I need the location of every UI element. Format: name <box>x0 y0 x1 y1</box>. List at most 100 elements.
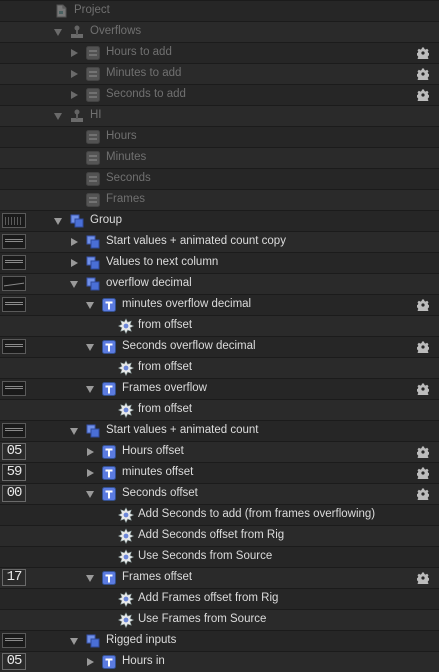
layer-row-rigged-inputs[interactable]: Rigged inputs <box>0 630 439 651</box>
layer-row-overflow-decimal[interactable]: overflow decimal <box>0 273 439 294</box>
disclosure-open-icon[interactable] <box>86 302 94 309</box>
widget-icon <box>86 46 100 60</box>
layer-row-add-seconds-to-add-from-frames-overflowing[interactable]: Add Seconds to add (from frames overflow… <box>0 504 439 525</box>
disclosure-open-icon[interactable] <box>70 638 78 645</box>
value-thumbnail: 17 <box>2 569 26 586</box>
layer-row-minutes[interactable]: Minutes <box>0 147 439 168</box>
layer-thumbnail <box>2 633 26 648</box>
layer-row-overflows[interactable]: Overflows <box>0 21 439 42</box>
disclosure-closed-icon[interactable] <box>87 658 94 666</box>
disclosure-closed-icon[interactable] <box>71 91 78 99</box>
layer-row-use-seconds-from-source[interactable]: Use Seconds from Source <box>0 546 439 567</box>
layer-row-from-offset[interactable]: from offset <box>0 357 439 378</box>
layer-label: Group <box>90 214 122 226</box>
disclosure-closed-icon[interactable] <box>71 259 78 267</box>
gear-icon[interactable] <box>416 488 430 503</box>
behavior-icon <box>118 318 134 334</box>
gear-icon[interactable] <box>416 341 430 356</box>
layer-row-frames[interactable]: Frames <box>0 189 439 210</box>
layer-label: Frames overflow <box>122 382 207 394</box>
widget-icon <box>86 67 100 81</box>
disclosure-open-icon[interactable] <box>70 428 78 435</box>
widget-icon <box>86 193 100 207</box>
value-thumbnail: 59 <box>2 464 26 481</box>
layer-row-frames-overflow[interactable]: Frames overflow <box>0 378 439 399</box>
value-thumbnail: 05 <box>2 443 26 460</box>
layer-row-start-values-animated-count[interactable]: Start values + animated count <box>0 420 439 441</box>
text-layer-icon <box>102 571 116 585</box>
layer-row-from-offset[interactable]: from offset <box>0 315 439 336</box>
layer-row-group[interactable]: Group <box>0 210 439 231</box>
layer-thumbnail <box>2 234 26 249</box>
gear-icon[interactable] <box>416 89 430 104</box>
gear-icon[interactable] <box>416 68 430 83</box>
layer-row-minutes-to-add[interactable]: Minutes to add <box>0 63 439 84</box>
layer-label: from offset <box>138 319 193 331</box>
text-layer-icon <box>102 382 116 396</box>
disclosure-open-icon[interactable] <box>86 344 94 351</box>
disclosure-open-icon[interactable] <box>86 491 94 498</box>
disclosure-closed-icon[interactable] <box>87 448 94 456</box>
disclosure-open-icon[interactable] <box>86 575 94 582</box>
layer-row-frames-offset[interactable]: 17 Frames offset <box>0 567 439 588</box>
layer-row-minutes-overflow-decimal[interactable]: minutes overflow decimal <box>0 294 439 315</box>
text-layer-icon <box>102 466 116 480</box>
layer-row-values-to-next-column[interactable]: Values to next column <box>0 252 439 273</box>
layer-thumbnail <box>2 297 26 312</box>
widget-icon <box>86 172 100 186</box>
layer-label: Frames offset <box>122 571 193 583</box>
layer-row-start-values-animated-count-copy[interactable]: Start values + animated count copy <box>0 231 439 252</box>
layer-label: Hours <box>106 130 137 142</box>
layer-label: minutes offset <box>122 466 194 478</box>
layer-row-use-frames-from-source[interactable]: Use Frames from Source <box>0 609 439 630</box>
text-layer-icon <box>102 487 116 501</box>
gear-icon[interactable] <box>416 299 430 314</box>
behavior-icon <box>118 507 134 523</box>
layers-panel: Project Overflows Hours to add Minutes to a… <box>0 0 439 672</box>
layer-row-hours[interactable]: Hours <box>0 126 439 147</box>
layer-label: Hours offset <box>122 445 184 457</box>
gear-icon[interactable] <box>416 467 430 482</box>
group-icon <box>86 235 100 249</box>
text-layer-icon <box>102 655 116 669</box>
disclosure-open-icon[interactable] <box>54 218 62 225</box>
rig-icon <box>70 25 84 39</box>
layer-row-seconds-overflow-decimal[interactable]: Seconds overflow decimal <box>0 336 439 357</box>
layer-thumbnail <box>2 213 26 228</box>
layer-row-add-frames-offset-from-rig[interactable]: Add Frames offset from Rig <box>0 588 439 609</box>
disclosure-closed-icon[interactable] <box>87 469 94 477</box>
layer-row-from-offset[interactable]: from offset <box>0 399 439 420</box>
layer-row-seconds[interactable]: Seconds <box>0 168 439 189</box>
gear-icon[interactable] <box>416 446 430 461</box>
disclosure-open-icon[interactable] <box>86 386 94 393</box>
layer-row-seconds-to-add[interactable]: Seconds to add <box>0 84 439 105</box>
behavior-icon <box>118 549 134 565</box>
layer-thumbnail <box>2 255 26 270</box>
layer-label: from offset <box>138 361 193 373</box>
gear-icon[interactable] <box>416 572 430 587</box>
layer-row-hours-offset[interactable]: 05 Hours offset <box>0 441 439 462</box>
document-icon <box>54 4 68 18</box>
disclosure-open-icon[interactable] <box>70 281 78 288</box>
disclosure-closed-icon[interactable] <box>71 49 78 57</box>
layer-thumbnail <box>2 276 26 291</box>
layer-label: Rigged inputs <box>106 634 177 646</box>
widget-icon <box>86 130 100 144</box>
layer-row-seconds-offset[interactable]: 00 Seconds offset <box>0 483 439 504</box>
disclosure-closed-icon[interactable] <box>71 70 78 78</box>
layer-label: Seconds to add <box>106 88 186 100</box>
layer-label: Start values + animated count <box>106 424 259 436</box>
disclosure-closed-icon[interactable] <box>71 238 78 246</box>
gear-icon[interactable] <box>416 383 430 398</box>
disclosure-open-icon[interactable] <box>54 29 62 36</box>
layer-row-add-seconds-offset-from-rig[interactable]: Add Seconds offset from Rig <box>0 525 439 546</box>
layer-label: from offset <box>138 403 193 415</box>
layer-row-hours-to-add[interactable]: Hours to add <box>0 42 439 63</box>
gear-icon[interactable] <box>416 47 430 62</box>
disclosure-open-icon[interactable] <box>54 113 62 120</box>
layer-row-minutes-offset[interactable]: 59 minutes offset <box>0 462 439 483</box>
widget-icon <box>86 151 100 165</box>
layer-row-hi[interactable]: HI <box>0 105 439 126</box>
layer-row-project[interactable]: Project <box>0 0 439 21</box>
layer-label: Hours to add <box>106 46 172 58</box>
